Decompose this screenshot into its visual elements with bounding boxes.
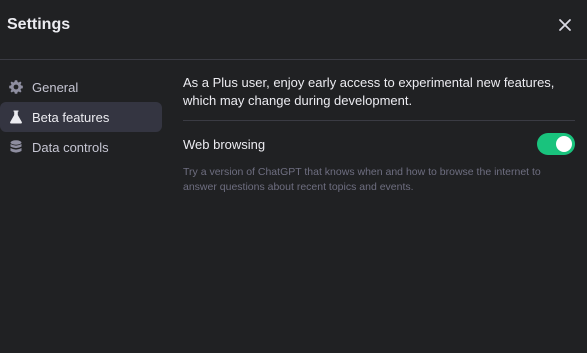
- dialog-header: Settings: [0, 0, 587, 60]
- close-icon[interactable]: [553, 13, 577, 37]
- feature-row-web-browsing: Web browsing: [183, 131, 575, 161]
- flask-icon: [8, 109, 24, 125]
- nav-item-general[interactable]: General: [0, 72, 162, 102]
- feature-title: Web browsing: [183, 137, 266, 152]
- toggle-knob: [556, 136, 572, 152]
- nav-label-general: General: [32, 79, 79, 95]
- database-icon: [8, 139, 24, 155]
- feature-description: Try a version of ChatGPT that knows when…: [183, 166, 541, 193]
- settings-dialog: Settings General Beta features Data cont…: [0, 0, 587, 353]
- gear-icon: [8, 79, 24, 95]
- beta-features-panel: As a Plus user, enjoy early access to ex…: [183, 74, 575, 195]
- web-browsing-toggle[interactable]: [537, 133, 575, 155]
- nav-label-beta-features: Beta features: [32, 109, 110, 125]
- settings-nav: General Beta features Data controls: [0, 72, 162, 162]
- dialog-title: Settings: [7, 16, 71, 33]
- nav-item-data-controls[interactable]: Data controls: [0, 132, 162, 162]
- nav-item-beta-features[interactable]: Beta features: [0, 102, 162, 132]
- intro-text: As a Plus user, enjoy early access to ex…: [183, 74, 575, 121]
- nav-label-data-controls: Data controls: [32, 139, 109, 155]
